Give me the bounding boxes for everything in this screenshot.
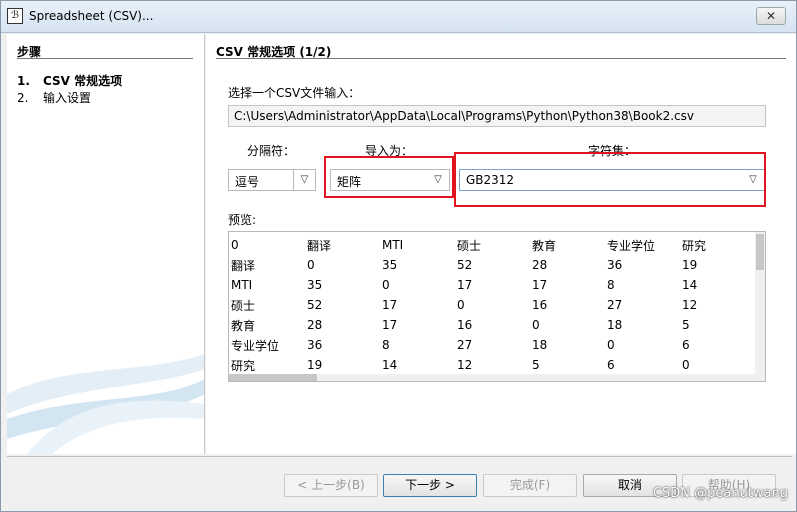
- csv-import-dialog: ℬ Spreadsheet (CSV)... ✕ 步骤 1. CSV 常规选项 2…: [0, 0, 797, 512]
- table-row: 硕士 52 17 0 16 27 12: [231, 295, 757, 315]
- table-cell: 36: [307, 338, 323, 352]
- table-row: 教育 28 17 16 0 18 5: [231, 315, 757, 335]
- table-row: 0 翻译 MTI 硕士 教育 专业学位 研究: [231, 235, 757, 255]
- horizontal-scrollbar[interactable]: [229, 374, 755, 381]
- steps-divider: [17, 58, 193, 59]
- table-cell: 19: [307, 358, 323, 372]
- step-label: 输入设置: [43, 91, 92, 105]
- table-row: 专业学位 36 8 27 18 0 6: [231, 335, 757, 355]
- table-cell: MTI: [382, 238, 404, 252]
- table-cell: 硕士: [457, 238, 482, 253]
- next-button[interactable]: 下一步 >: [383, 474, 477, 497]
- table-cell: 17: [382, 318, 398, 332]
- chevron-down-icon[interactable]: ▽: [427, 170, 449, 190]
- watermark: CSDN @peanutwang: [652, 486, 788, 501]
- footer-divider: [7, 456, 792, 457]
- table-cell: 27: [457, 338, 473, 352]
- table-cell: 16: [457, 318, 473, 332]
- table-cell: 0: [607, 338, 615, 352]
- table-cell: 教育: [231, 318, 256, 333]
- table-cell: 0: [231, 238, 239, 252]
- step-item-1: 1. CSV 常规选项: [17, 72, 122, 89]
- table-cell: 8: [607, 278, 615, 292]
- table-cell: 0: [382, 278, 390, 292]
- import-as-select[interactable]: 矩阵 ▽: [330, 169, 450, 191]
- table-cell: 5: [532, 358, 540, 372]
- file-label: 选择一个CSV文件输入：: [228, 86, 361, 100]
- table-row: MTI 35 0 17 17 8 14: [231, 275, 757, 295]
- table-cell: 专业学位: [231, 338, 280, 353]
- table-cell: 35: [307, 278, 323, 292]
- table-cell: 28: [307, 318, 323, 332]
- table-cell: 翻译: [307, 238, 332, 253]
- table-cell: 12: [682, 298, 698, 312]
- table-cell: 翻译: [231, 258, 256, 273]
- import-as-label: 导入为：: [365, 144, 414, 158]
- table-cell: 36: [607, 258, 623, 272]
- table-cell: 16: [532, 298, 548, 312]
- table-cell: 专业学位: [607, 238, 656, 253]
- table-cell: 35: [382, 258, 398, 272]
- table-cell: 0: [307, 258, 315, 272]
- table-cell: 17: [532, 278, 548, 292]
- table-cell: MTI: [231, 278, 253, 292]
- separator-label: 分隔符：: [247, 144, 296, 158]
- vertical-scroll-thumb[interactable]: [756, 234, 764, 270]
- step-number: 2.: [17, 91, 29, 105]
- chevron-down-icon[interactable]: ▽: [293, 170, 315, 190]
- section-divider: [216, 58, 786, 59]
- table-cell: 14: [382, 358, 398, 372]
- table-cell: 研究: [682, 238, 707, 253]
- finish-button[interactable]: 完成(F): [483, 474, 577, 497]
- table-cell: 18: [607, 318, 623, 332]
- table-cell: 研究: [231, 358, 256, 373]
- table-cell: 17: [382, 298, 398, 312]
- step-label: CSV 常规选项: [43, 74, 123, 88]
- charset-select[interactable]: GB2312 ▽: [459, 169, 765, 191]
- steps-pane: 步骤 1. CSV 常规选项 2. 输入设置: [7, 34, 205, 454]
- table-cell: 6: [682, 338, 690, 352]
- step-item-2: 2. 输入设置: [17, 89, 91, 106]
- table-cell: 教育: [532, 238, 557, 253]
- window-title: Spreadsheet (CSV)...: [29, 9, 154, 23]
- file-path-field[interactable]: C:\Users\Administrator\AppData\Local\Pro…: [228, 105, 766, 127]
- import-as-value: 矩阵: [337, 175, 362, 189]
- table-cell: 52: [457, 258, 473, 272]
- table-cell: 14: [682, 278, 698, 292]
- table-cell: 18: [532, 338, 548, 352]
- table-cell: 12: [457, 358, 473, 372]
- title-bar[interactable]: ℬ Spreadsheet (CSV)... ✕: [1, 1, 796, 33]
- step-number: 1.: [17, 74, 30, 88]
- table-cell: 0: [532, 318, 540, 332]
- chevron-down-icon[interactable]: ▽: [742, 170, 764, 190]
- table-cell: 27: [607, 298, 623, 312]
- table-cell: 28: [532, 258, 548, 272]
- close-button[interactable]: ✕: [756, 7, 786, 25]
- options-pane: CSV 常规选项 (1/2) 选择一个CSV文件输入： C:\Users\Adm…: [206, 34, 796, 454]
- table-cell: 5: [682, 318, 690, 332]
- preview-grid[interactable]: 0 翻译 MTI 硕士 教育 专业学位 研究 翻译 0 35 52 28 36 19 MTI 35 0 17 17 8…: [228, 231, 766, 382]
- vertical-scrollbar[interactable]: [755, 232, 765, 381]
- table-cell: 52: [307, 298, 323, 312]
- table-cell: 6: [607, 358, 615, 372]
- table-cell: 19: [682, 258, 698, 272]
- table-cell: 硕士: [231, 298, 256, 313]
- back-button[interactable]: < 上一步(B): [284, 474, 378, 497]
- table-row: 研究 19 14 12 5 6 0: [231, 355, 757, 375]
- app-icon: ℬ: [7, 8, 23, 24]
- table-row: 翻译 0 35 52 28 36 19: [231, 255, 757, 275]
- table-cell: 17: [457, 278, 473, 292]
- table-cell: 0: [682, 358, 690, 372]
- separator-value: 逗号: [235, 175, 260, 189]
- table-cell: 8: [382, 338, 390, 352]
- charset-label: 字符集：: [588, 144, 637, 158]
- charset-value: GB2312: [466, 173, 515, 187]
- decorative-swoosh: [7, 354, 204, 454]
- horizontal-scroll-thumb[interactable]: [229, 374, 317, 381]
- separator-select[interactable]: 逗号 ▽: [228, 169, 316, 191]
- preview-label: 预览:: [228, 213, 257, 227]
- table-cell: 0: [457, 298, 465, 312]
- preview-table: 0 翻译 MTI 硕士 教育 专业学位 研究 翻译 0 35 52 28 36 19 MTI 35 0 17 17 8…: [231, 235, 757, 375]
